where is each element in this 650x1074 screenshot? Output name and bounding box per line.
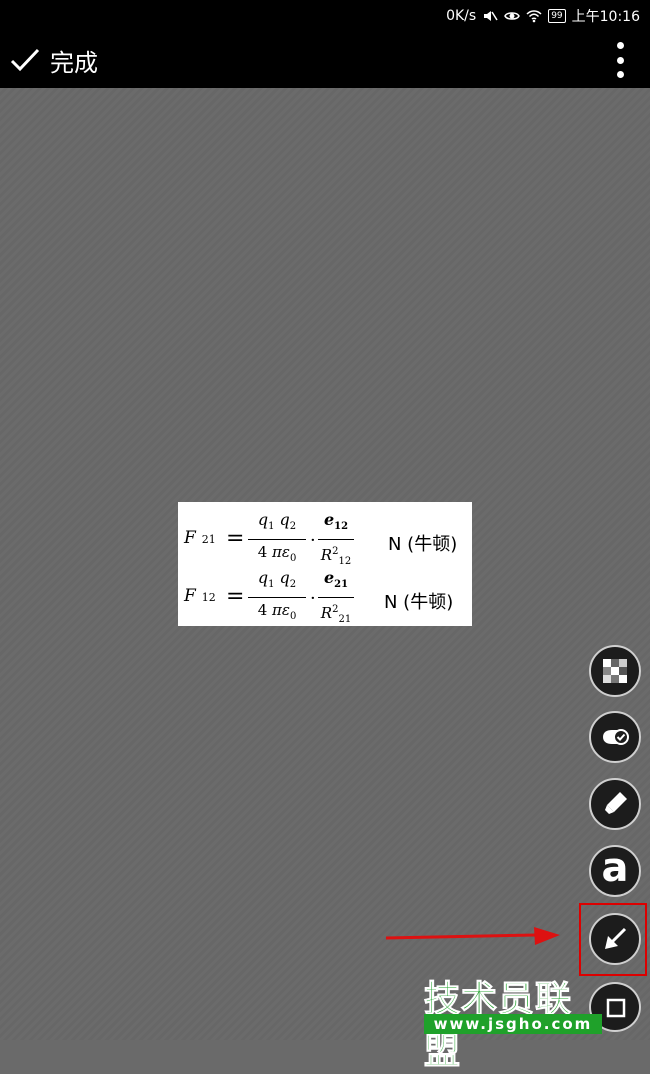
- mosaic-tool-button[interactable]: [589, 645, 641, 697]
- unit-label: N (牛顿): [384, 592, 454, 613]
- crop-icon: [606, 998, 626, 1018]
- top-toolbar: 完成: [0, 32, 650, 88]
- force-symbol: F 12: [184, 586, 216, 606]
- letter-a-icon: a: [601, 845, 629, 891]
- equals-sign: =: [226, 584, 245, 609]
- charge-fraction: q1 q2 4 πε0: [248, 568, 306, 627]
- unit-vector-fraction: e21 R221: [318, 568, 354, 630]
- check-icon: [10, 48, 40, 72]
- marker-icon: [605, 792, 627, 814]
- more-vert-icon[interactable]: [612, 42, 628, 78]
- done-label: 完成: [50, 48, 98, 77]
- eye-icon: [504, 12, 521, 20]
- unit-vector-fraction: e12 R212: [318, 510, 354, 572]
- equals-sign: =: [226, 526, 245, 551]
- force-symbol: F 21: [184, 528, 216, 548]
- mosaic-icon: [603, 659, 627, 683]
- mute-icon: [484, 11, 498, 21]
- text-tool-button[interactable]: a: [589, 845, 641, 897]
- annotation-arrow-icon: [386, 927, 560, 945]
- watermark-logo: 技术员联盟 www.jsgho.com: [424, 970, 604, 1073]
- formula-image: F 21 = q1 q2 4 πε0 · e12 R212 N (牛顿) F 12 …: [178, 502, 472, 626]
- annotation-highlight-box: [579, 903, 647, 976]
- dot-operator: ·: [310, 530, 316, 551]
- eraser-tool-button[interactable]: [589, 711, 641, 763]
- battery-icon: 99: [548, 9, 566, 23]
- charge-fraction: q1 q2 4 πε0: [248, 510, 306, 569]
- eraser-icon: [603, 729, 629, 745]
- watermark-url: www.jsgho.com: [424, 1014, 602, 1034]
- net-speed: 0K/s: [446, 8, 477, 24]
- clock: 上午10:16: [571, 9, 640, 25]
- wifi-icon: [526, 10, 542, 23]
- status-right: 0K/s 99 上午10:16: [446, 6, 640, 26]
- formula-row-1: F 21 = q1 q2 4 πε0 · e12 R212 N (牛顿): [184, 508, 469, 567]
- highlighter-tool-button[interactable]: [589, 778, 641, 830]
- done-button[interactable]: 完成: [10, 40, 98, 80]
- dot-operator: ·: [310, 588, 316, 609]
- formula-row-2: F 12 = q1 q2 4 πε0 · e21 R221 N (牛顿): [184, 566, 469, 625]
- unit-label: N (牛顿): [388, 534, 458, 555]
- status-bar: 0K/s 99 上午10:16: [0, 0, 650, 32]
